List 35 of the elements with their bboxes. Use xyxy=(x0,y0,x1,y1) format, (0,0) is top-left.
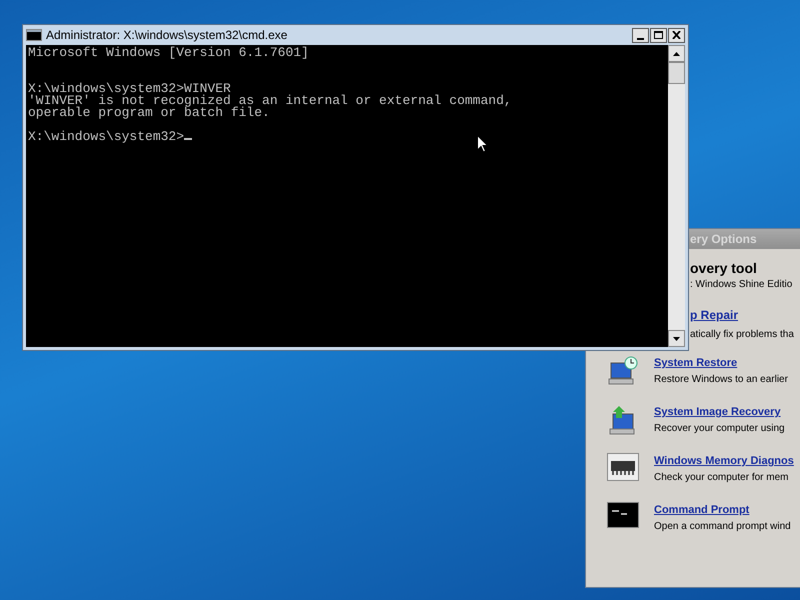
tool-description: atically fix problems tha xyxy=(690,328,795,342)
os-label: : Windows Shine Editio xyxy=(690,278,794,292)
window-title: ery Options xyxy=(690,231,757,248)
tool-description: Open a command prompt wind xyxy=(654,520,791,534)
tool-description: Restore Windows to an earlier xyxy=(654,373,788,387)
console-line: X:\windows\system32> xyxy=(28,129,184,144)
maximize-icon xyxy=(654,31,663,39)
down-arrow-icon xyxy=(673,336,680,340)
minimize-icon xyxy=(637,38,644,40)
scroll-down-button[interactable] xyxy=(668,330,685,347)
tool-link[interactable]: Windows Memory Diagnos xyxy=(654,453,794,469)
minimize-button[interactable] xyxy=(632,28,649,42)
mouse-pointer-icon xyxy=(477,135,488,153)
tool-link[interactable]: p Repair xyxy=(690,308,738,322)
close-button[interactable] xyxy=(668,28,685,42)
dialog-heading: overy tool xyxy=(690,259,758,277)
tool-link[interactable]: Command Prompt xyxy=(654,502,750,518)
window-title: Administrator: X:\windows\system32\cmd.exe xyxy=(46,27,288,44)
scroll-thumb[interactable] xyxy=(668,62,685,84)
tool-link[interactable]: System Restore xyxy=(654,355,738,371)
console-line: X:\windows\system32>WINVER xyxy=(28,81,231,96)
memory-chip-icon xyxy=(607,453,639,481)
tool-link[interactable]: System Image Recovery xyxy=(654,404,781,420)
scroll-up-button[interactable] xyxy=(668,45,685,62)
console-icon xyxy=(607,502,639,528)
text-cursor xyxy=(184,138,192,140)
tool-description: Recover your computer using xyxy=(654,422,785,436)
monitor-clock-icon xyxy=(607,355,639,387)
console-line: operable program or batch file. xyxy=(28,105,270,120)
console-line: Microsoft Windows [Version 6.1.7601] xyxy=(28,45,309,60)
up-arrow-icon xyxy=(673,52,680,56)
console-icon xyxy=(26,29,42,41)
tool-description: Check your computer for mem xyxy=(654,471,790,485)
close-icon xyxy=(672,31,681,39)
maximize-button[interactable] xyxy=(650,28,667,42)
